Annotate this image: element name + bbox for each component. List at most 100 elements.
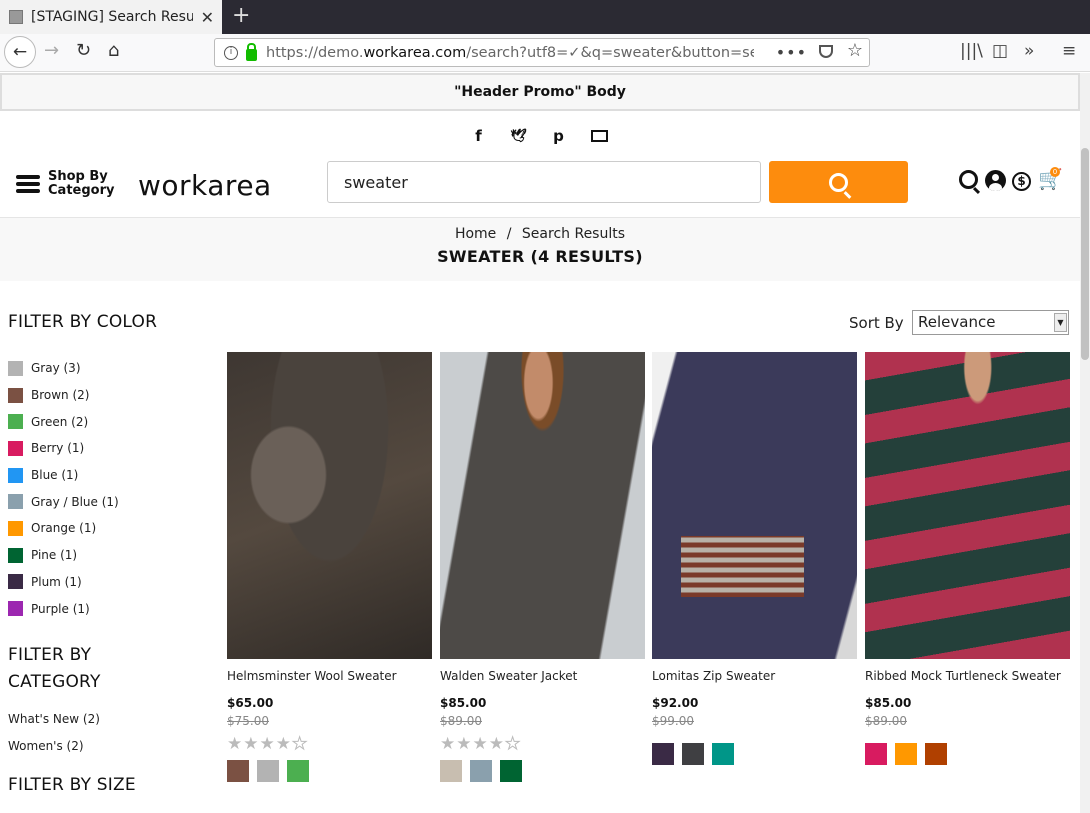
color-filter-label: Green (2): [31, 414, 89, 429]
tab-title: [STAGING] Search Results: [31, 9, 193, 25]
page-scrollbar[interactable]: [1080, 73, 1090, 813]
product-image[interactable]: [227, 352, 432, 659]
product-color-swatch[interactable]: [440, 760, 462, 782]
color-filter-label: Brown (2): [31, 388, 90, 403]
color-filter-item[interactable]: Purple (1): [8, 595, 208, 622]
product-color-swatch[interactable]: [287, 760, 309, 782]
pocket-icon[interactable]: [819, 45, 833, 58]
star-icon: ★: [227, 734, 244, 754]
color-filter-label: Blue (1): [31, 468, 79, 483]
color-filter-item[interactable]: Pine (1): [8, 542, 208, 569]
filter-size-heading: FILTER BY SIZE: [8, 774, 136, 795]
close-tab-icon[interactable]: ✕: [201, 8, 214, 27]
site-logo[interactable]: workarea: [138, 169, 272, 202]
star-icon: ★: [504, 734, 522, 755]
color-filter-item[interactable]: Green (2): [8, 408, 208, 435]
twitter-icon[interactable]: 🕊: [511, 129, 528, 144]
product-card[interactable]: Walden Sweater Jacket $85.00 $89.00 ★★★★★: [440, 352, 645, 782]
hamburger-menu-icon[interactable]: [16, 175, 40, 196]
reload-button[interactable]: ↻: [76, 40, 91, 61]
category-filter-item[interactable]: What's New (2): [8, 712, 208, 739]
star-icon: ★: [440, 734, 457, 754]
color-swatch: [8, 547, 23, 563]
filter-color-heading: FILTER BY COLOR: [8, 312, 158, 332]
product-color-swatch[interactable]: [257, 760, 279, 782]
header-promo: "Header Promo" Body: [0, 73, 1080, 111]
product-rating: ★★★★★: [227, 734, 432, 755]
orders-icon[interactable]: $: [1012, 172, 1031, 191]
email-icon[interactable]: [590, 130, 608, 142]
library-icon[interactable]: |||\: [960, 41, 983, 61]
product-color-swatch[interactable]: [682, 743, 704, 765]
color-filter-list: Gray (3) Brown (2) Green (2) Berry (1) Blue …: [8, 355, 208, 622]
color-filter-item[interactable]: Brown (2): [8, 382, 208, 409]
product-color-swatch[interactable]: [712, 743, 734, 765]
search-icon: [829, 172, 848, 192]
color-swatch: [8, 494, 23, 510]
product-image[interactable]: [440, 352, 645, 659]
color-filter-label: Pine (1): [31, 548, 78, 563]
header-search-icon[interactable]: [959, 170, 978, 189]
product-name[interactable]: Helmsminster Wool Sweater: [227, 669, 432, 685]
shop-by-category-link[interactable]: Shop By Category: [48, 170, 118, 198]
product-name[interactable]: Ribbed Mock Turtleneck Sweater: [865, 669, 1070, 685]
color-filter-item[interactable]: Orange (1): [8, 515, 208, 542]
product-price: $85.00: [865, 696, 912, 710]
scrollbar-thumb[interactable]: [1081, 148, 1089, 360]
url-bar[interactable]: i https://demo.workarea.com/search?utf8=…: [214, 38, 870, 67]
home-button[interactable]: ⌂: [108, 40, 119, 61]
star-icon: ★: [456, 734, 473, 754]
product-name[interactable]: Lomitas Zip Sweater: [652, 669, 857, 685]
url-text[interactable]: https://demo.workarea.com/search?utf8=✓&…: [266, 45, 754, 61]
product-card[interactable]: Helmsminster Wool Sweater $65.00 $75.00 ★★★…: [227, 352, 432, 782]
product-card[interactable]: Lomitas Zip Sweater $92.00 $99.00: [652, 352, 857, 765]
account-icon[interactable]: [985, 170, 1006, 191]
color-swatch: [8, 520, 23, 536]
product-color-swatch[interactable]: [865, 743, 887, 765]
new-tab-icon[interactable]: +: [232, 3, 250, 28]
color-swatch: [8, 360, 23, 376]
product-original-price: $99.00: [652, 714, 694, 728]
facebook-icon[interactable]: f: [471, 127, 487, 145]
product-image[interactable]: [865, 352, 1070, 659]
color-filter-item[interactable]: Gray / Blue (1): [8, 488, 208, 515]
bookmark-star-icon[interactable]: ☆: [847, 40, 863, 61]
color-swatch: [8, 601, 23, 617]
product-color-swatch[interactable]: [925, 743, 947, 765]
search-button[interactable]: [769, 161, 908, 203]
pinterest-icon[interactable]: p: [551, 127, 567, 145]
chevron-down-icon: ▼: [1054, 313, 1067, 332]
color-filter-item[interactable]: Berry (1): [8, 435, 208, 462]
product-color-swatch[interactable]: [470, 760, 492, 782]
sort-select[interactable]: Relevance ▼: [912, 310, 1069, 335]
lock-icon: [246, 42, 257, 61]
color-swatch: [8, 467, 23, 483]
color-filter-item[interactable]: Blue (1): [8, 462, 208, 489]
color-filter-label: Orange (1): [31, 521, 97, 536]
forward-button[interactable]: →: [44, 40, 59, 61]
breadcrumb-home[interactable]: Home: [455, 226, 496, 242]
info-icon[interactable]: i: [224, 45, 238, 60]
sidebar-icon[interactable]: ◫: [992, 41, 1008, 61]
product-image[interactable]: [652, 352, 857, 659]
page-favicon-icon: [9, 10, 23, 24]
product-color-swatch[interactable]: [227, 760, 249, 782]
browser-tab[interactable]: [STAGING] Search Results ✕: [0, 0, 222, 34]
product-color-swatch[interactable]: [895, 743, 917, 765]
overflow-chevron-icon[interactable]: »: [1024, 41, 1034, 61]
product-original-price: $75.00: [227, 714, 269, 728]
color-filter-item[interactable]: Plum (1): [8, 569, 208, 596]
product-card[interactable]: Ribbed Mock Turtleneck Sweater $85.00 $89.…: [865, 352, 1070, 765]
back-button[interactable]: ←: [4, 36, 36, 68]
color-filter-item[interactable]: Gray (3): [8, 355, 208, 382]
color-swatch: [8, 574, 23, 590]
product-color-swatch[interactable]: [500, 760, 522, 782]
product-color-swatch[interactable]: [652, 743, 674, 765]
product-name[interactable]: Walden Sweater Jacket: [440, 669, 645, 685]
breadcrumb-current: Search Results: [521, 226, 626, 242]
search-input[interactable]: [327, 161, 761, 203]
menu-icon[interactable]: ≡: [1062, 41, 1076, 61]
page-actions-icon[interactable]: •••: [776, 43, 807, 62]
category-filter-item[interactable]: Women's (2): [8, 739, 208, 766]
product-price: $85.00: [440, 696, 487, 710]
